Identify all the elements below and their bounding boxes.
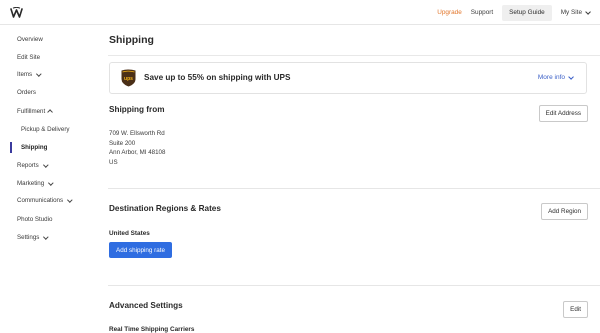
svg-text:ups: ups bbox=[124, 76, 133, 82]
edit-advanced-button[interactable]: Edit bbox=[563, 301, 588, 318]
my-site-dropdown[interactable]: My Site bbox=[560, 8, 591, 16]
more-info-label: More info bbox=[537, 74, 565, 81]
divider bbox=[108, 188, 600, 189]
shipping-from-title: Shipping from bbox=[109, 105, 165, 114]
chevron-down-icon bbox=[568, 73, 574, 80]
my-site-label: My Site bbox=[560, 9, 582, 16]
advanced-settings-title: Advanced Settings bbox=[109, 301, 183, 310]
sidebar-item-communications[interactable]: Communications bbox=[17, 196, 73, 204]
sidebar-item-label: Photo Studio bbox=[17, 216, 53, 223]
sidebar-item-shipping[interactable]: Shipping bbox=[21, 144, 47, 151]
sidebar-item-label: Overview bbox=[17, 36, 43, 43]
setup-guide-button[interactable]: Setup Guide bbox=[502, 4, 552, 21]
divider bbox=[108, 55, 600, 56]
sidebar-item-fulfillment[interactable]: Fulfillment bbox=[17, 108, 53, 115]
chevron-down-icon bbox=[43, 233, 49, 239]
chevron-down-icon bbox=[36, 70, 42, 76]
sidebar-item-photo-studio[interactable]: Photo Studio bbox=[17, 216, 52, 223]
sidebar-item-edit-site[interactable]: Edit Site bbox=[17, 54, 40, 61]
address-line: Suite 200 bbox=[109, 139, 136, 147]
chevron-down-icon bbox=[43, 161, 48, 167]
sidebar-item-label: Fulfillment bbox=[17, 108, 46, 115]
address-line: US bbox=[109, 158, 118, 166]
sidebar-item-label: Settings bbox=[17, 234, 40, 241]
ups-promo-banner: ups Save up to 55% on shipping with UPS … bbox=[109, 62, 587, 94]
upgrade-link[interactable]: Upgrade bbox=[437, 9, 462, 16]
address-line: 709 W. Ellsworth Rd bbox=[109, 130, 165, 137]
sidebar-item-pickup-delivery[interactable]: Pickup & Delivery bbox=[21, 126, 70, 133]
sidebar-item-label: Shipping bbox=[21, 144, 48, 151]
sidebar-item-label: Reports bbox=[17, 162, 39, 169]
add-region-button[interactable]: Add Region bbox=[541, 203, 588, 220]
chevron-down-icon bbox=[67, 196, 73, 202]
chevron-down-icon bbox=[48, 179, 54, 185]
active-indicator bbox=[10, 142, 12, 153]
sidebar-item-reports[interactable]: Reports bbox=[17, 161, 48, 169]
sidebar-item-label: Orders bbox=[17, 89, 36, 96]
destination-regions-title: Destination Regions & Rates bbox=[109, 204, 221, 213]
sidebar-item-label: Communications bbox=[17, 197, 64, 204]
sidebar-item-label: Pickup & Delivery bbox=[21, 126, 70, 133]
support-link[interactable]: Support bbox=[471, 9, 493, 16]
sidebar-item-settings[interactable]: Settings bbox=[17, 233, 49, 241]
sidebar-item-label: Marketing bbox=[17, 180, 45, 187]
region-name: United States bbox=[109, 230, 150, 237]
chevron-down-icon bbox=[585, 8, 591, 15]
divider bbox=[108, 285, 600, 286]
sidebar-item-items[interactable]: Items bbox=[17, 70, 42, 78]
sidebar: Overview Edit Site Items Orders Fulfillm… bbox=[0, 25, 96, 333]
shipping-address: 709 W. Ellsworth Rd Suite 200 Ann Arbor,… bbox=[109, 129, 165, 167]
sidebar-item-label: Edit Site bbox=[17, 54, 41, 61]
sidebar-item-overview[interactable]: Overview bbox=[17, 36, 43, 43]
more-info-link[interactable]: More info bbox=[537, 73, 574, 81]
address-line: Ann Arbor, MI 48108 bbox=[109, 149, 166, 157]
ups-promo-text: Save up to 55% on shipping with UPS bbox=[144, 73, 291, 82]
add-shipping-rate-button[interactable]: Add shipping rate bbox=[109, 242, 173, 258]
page-title: Shipping bbox=[109, 34, 154, 46]
carriers-label: Real Time Shipping Carriers bbox=[109, 326, 195, 333]
top-bar: Upgrade Support Setup Guide My Site bbox=[0, 0, 600, 25]
chevron-up-icon bbox=[47, 109, 53, 115]
sidebar-item-orders[interactable]: Orders bbox=[17, 89, 36, 96]
ups-logo-icon: ups bbox=[121, 69, 136, 87]
edit-address-button[interactable]: Edit Address bbox=[538, 105, 588, 122]
sidebar-item-label: Items bbox=[17, 71, 33, 78]
sidebar-item-marketing[interactable]: Marketing bbox=[17, 179, 54, 187]
weebly-w-logo-icon[interactable] bbox=[10, 7, 23, 18]
